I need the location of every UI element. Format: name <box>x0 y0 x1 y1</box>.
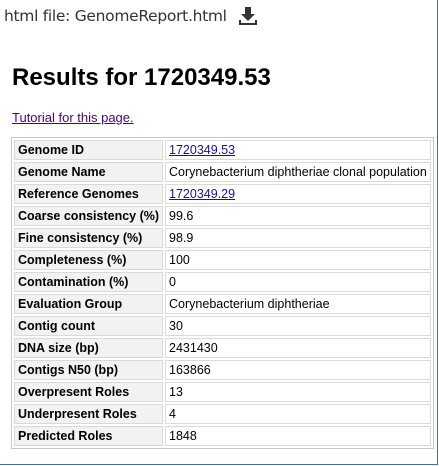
tutorial-link[interactable]: Tutorial for this page. <box>12 110 134 125</box>
report-table-body: Genome ID 1720349.53 Genome Name Corynebact… <box>14 140 431 446</box>
download-icon[interactable] <box>237 5 259 27</box>
table-row: Coarse consistency (%) 99.6 <box>14 206 431 226</box>
table-row: Predicted Roles 1848 <box>14 426 431 446</box>
table-row: Contigs N50 (bp) 163866 <box>14 360 431 380</box>
row-label: Contig count <box>14 316 164 336</box>
table-row: Overpresent Roles 13 <box>14 382 431 402</box>
table-row: Reference Genomes 1720349.29 <box>14 184 431 204</box>
table-row: Genome ID 1720349.53 <box>14 140 431 160</box>
row-value: 98.9 <box>165 228 431 248</box>
table-row: Fine consistency (%) 98.9 <box>14 228 431 248</box>
file-header: html file: GenomeReport.html <box>4 2 259 30</box>
row-value: 2431430 <box>165 338 431 358</box>
table-row: Contig count 30 <box>14 316 431 336</box>
table-row: Underpresent Roles 4 <box>14 404 431 424</box>
row-label: Contamination (%) <box>14 272 164 292</box>
row-label: Genome ID <box>14 140 164 160</box>
row-value: 163866 <box>165 360 431 380</box>
row-label: Evaluation Group <box>14 294 164 314</box>
genome-id-link[interactable]: 1720349.53 <box>169 143 235 157</box>
row-label: DNA size (bp) <box>14 338 164 358</box>
row-label: Genome Name <box>14 162 164 182</box>
row-value: 1720349.29 <box>165 184 431 204</box>
row-label: Overpresent Roles <box>14 382 164 402</box>
table-row: Completeness (%) 100 <box>14 250 431 270</box>
page-title: Results for 1720349.53 <box>12 64 271 91</box>
row-value: 4 <box>165 404 431 424</box>
row-value: 100 <box>165 250 431 270</box>
row-label: Fine consistency (%) <box>14 228 164 248</box>
row-label: Contigs N50 (bp) <box>14 360 164 380</box>
table-row: DNA size (bp) 2431430 <box>14 338 431 358</box>
row-value: 1720349.53 <box>165 140 431 160</box>
row-value: 30 <box>165 316 431 336</box>
row-label: Coarse consistency (%) <box>14 206 164 226</box>
row-value: Corynebacterium diphtheriae <box>165 294 431 314</box>
row-label: Underpresent Roles <box>14 404 164 424</box>
row-value: 0 <box>165 272 431 292</box>
row-label: Predicted Roles <box>14 426 164 446</box>
row-value: 13 <box>165 382 431 402</box>
table-row: Genome Name Corynebacterium diphtheriae c… <box>14 162 431 182</box>
table-row: Evaluation Group Corynebacterium diphther… <box>14 294 431 314</box>
table-row: Contamination (%) 0 <box>14 272 431 292</box>
row-value: 99.6 <box>165 206 431 226</box>
row-value: 1848 <box>165 426 431 446</box>
file-name-label: html file: GenomeReport.html <box>4 7 227 25</box>
genome-report-table: Genome ID 1720349.53 Genome Name Corynebact… <box>11 137 434 449</box>
row-label: Completeness (%) <box>14 250 164 270</box>
row-label: Reference Genomes <box>14 184 164 204</box>
row-value: Corynebacterium diphtheriae clonal popul… <box>165 162 431 182</box>
genome-id-link[interactable]: 1720349.29 <box>169 187 235 201</box>
